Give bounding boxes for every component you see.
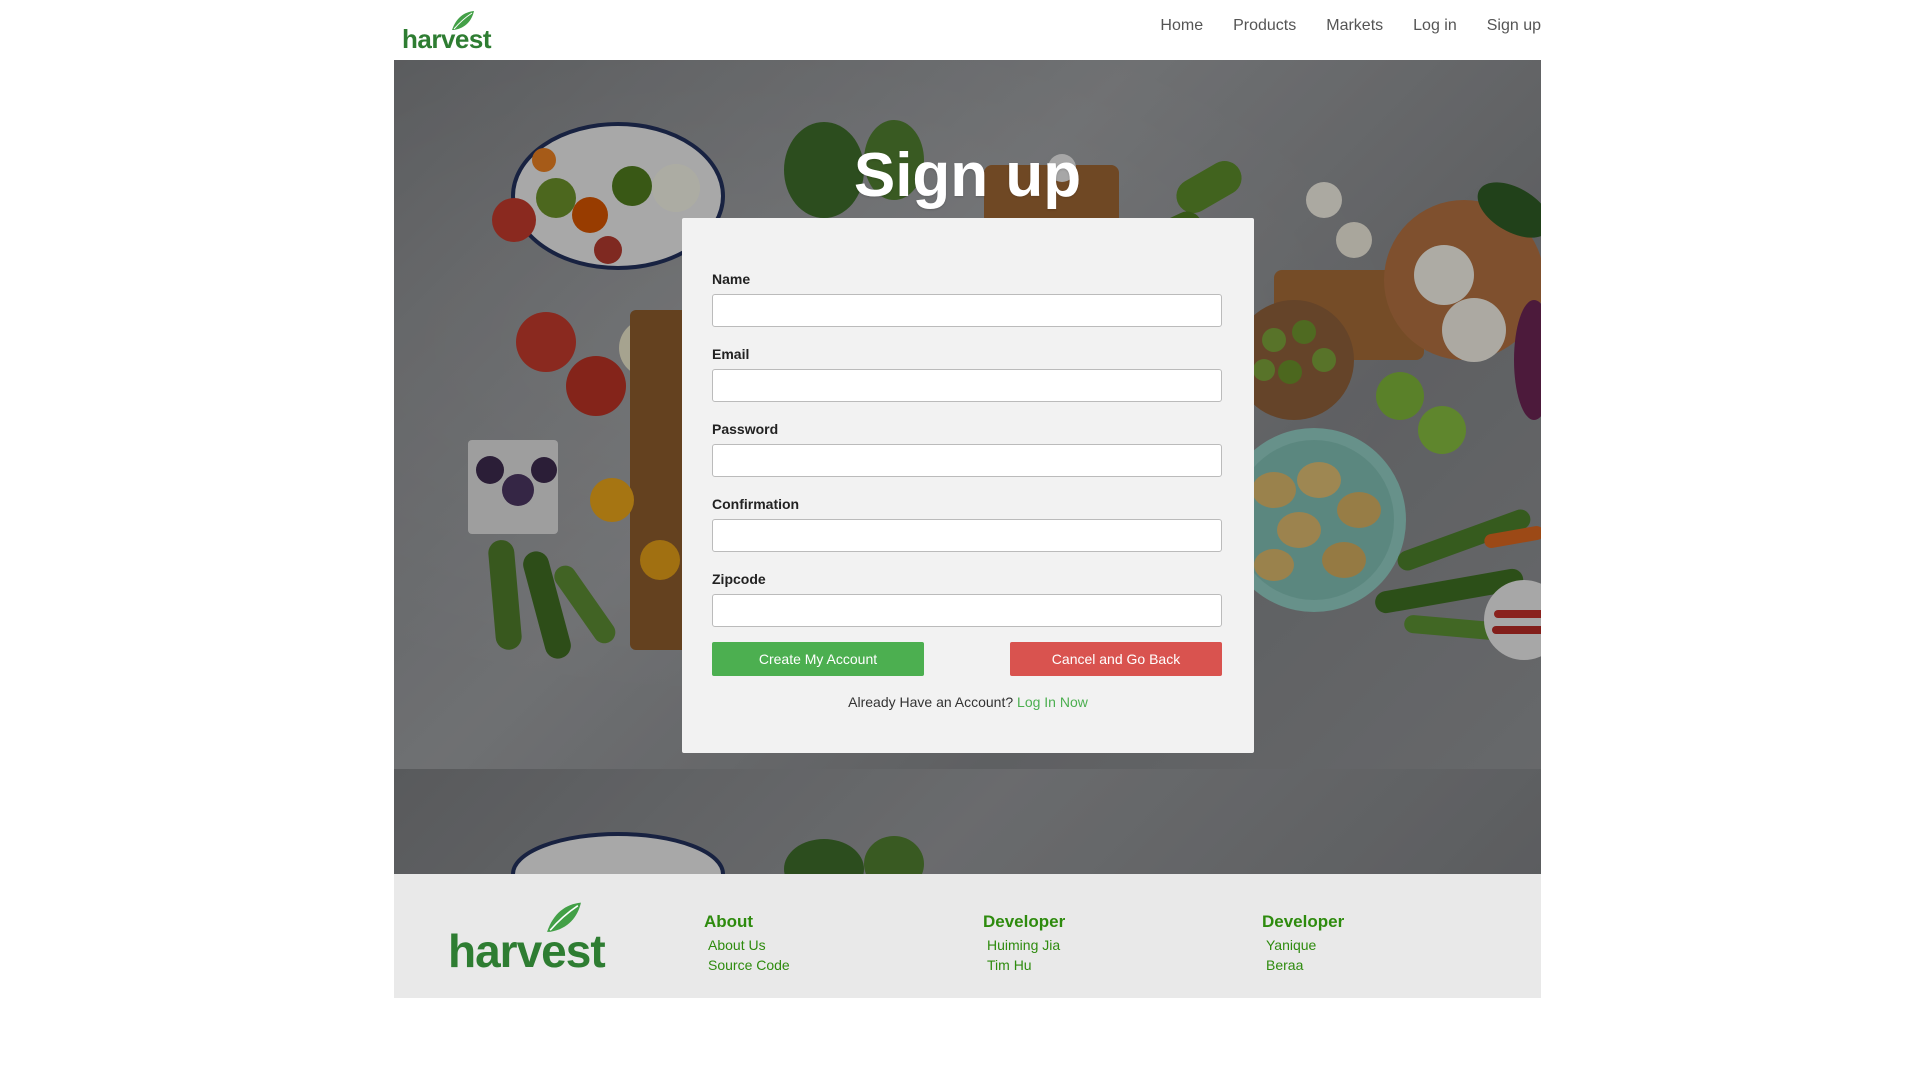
page-title: Sign up (853, 141, 1082, 210)
footer-logo[interactable]: harvest (448, 902, 608, 977)
nav-login-link[interactable]: Log in (1413, 17, 1457, 35)
nav-home-link[interactable]: Home (1160, 17, 1203, 35)
confirmation-input[interactable] (712, 519, 1222, 552)
brand-logo[interactable]: harvest (402, 10, 492, 52)
create-account-button[interactable]: Create My Account (712, 642, 924, 676)
zipcode-input[interactable] (712, 594, 1222, 627)
name-input[interactable] (712, 294, 1222, 327)
footer-logo-text: harvest (448, 925, 606, 977)
footer-about-column: About About Us Source Code (704, 912, 790, 975)
footer-developer-column-1: Developer Huiming Jia Tim Hu (983, 912, 1065, 975)
about-us-link[interactable]: About Us (708, 935, 790, 955)
footer-about-heading: About (704, 912, 754, 931)
navbar: harvest Home Products Markets Log in Sig… (394, 0, 1541, 60)
source-code-link[interactable]: Source Code (708, 955, 790, 975)
hero-overlay-lower (394, 769, 1541, 874)
footer-developer-heading-2: Developer (1262, 912, 1345, 931)
developer-link-yanique[interactable]: Yanique (1266, 935, 1344, 955)
password-label: Password (712, 421, 779, 437)
name-label: Name (712, 271, 751, 287)
email-input[interactable] (712, 369, 1222, 402)
hero-banner: Sign up Name Email Password Confirmation… (394, 60, 1541, 874)
login-now-link[interactable]: Log In Now (1017, 694, 1088, 710)
password-input[interactable] (712, 444, 1222, 477)
page: harvest Home Products Markets Log in Sig… (394, 0, 1541, 1000)
footer: harvest About About Us Source Code Devel… (394, 874, 1541, 998)
brand-logo-text: harvest (402, 24, 492, 54)
confirmation-label: Confirmation (712, 496, 800, 512)
developer-link-tim-hu[interactable]: Tim Hu (987, 955, 1065, 975)
nav-links: Home Products Markets Log in Sign up (1160, 17, 1541, 35)
nav-markets-link[interactable]: Markets (1326, 17, 1383, 35)
login-prompt: Already Have an Account? Log In Now (682, 694, 1254, 710)
nav-products-link[interactable]: Products (1233, 17, 1296, 35)
nav-signup-link[interactable]: Sign up (1487, 17, 1541, 35)
footer-developer-heading-1: Developer (983, 912, 1066, 931)
signup-form: Name Email Password Confirmation Zipcode… (682, 218, 1254, 753)
zipcode-label: Zipcode (712, 571, 766, 587)
developer-link-huiming-jia[interactable]: Huiming Jia (987, 935, 1065, 955)
developer-link-beraa[interactable]: Beraa (1266, 955, 1344, 975)
login-prompt-text: Already Have an Account? (848, 694, 1014, 710)
cancel-button[interactable]: Cancel and Go Back (1010, 642, 1222, 676)
email-label: Email (712, 346, 750, 362)
footer-developer-column-2: Developer Yanique Beraa (1262, 912, 1344, 975)
hero-background-lower (394, 769, 1541, 874)
